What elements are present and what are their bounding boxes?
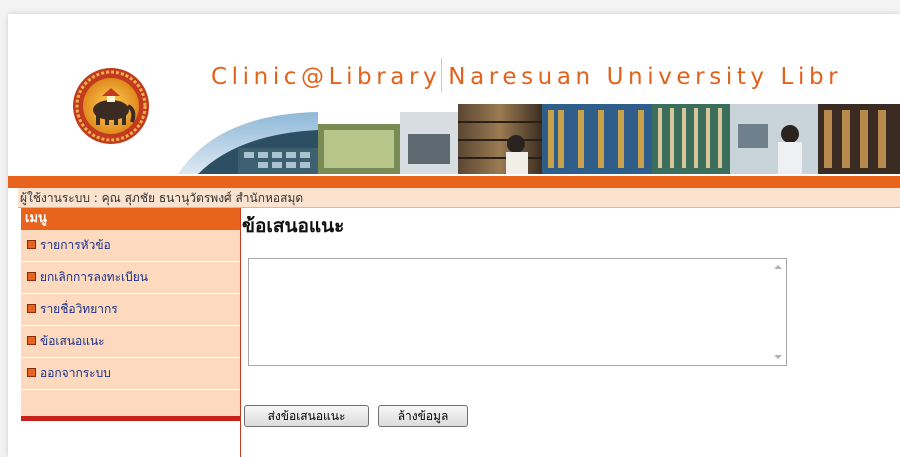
menu-filler xyxy=(21,390,240,416)
naresuan-university-seal-icon xyxy=(73,68,149,144)
sidebar-item-label: ออกจากระบบ xyxy=(40,366,111,380)
sidebar-item-logout[interactable]: ออกจากระบบ xyxy=(21,358,240,390)
sidebar-item-suggestions[interactable]: ข้อเสนอแนะ xyxy=(21,326,240,358)
menu-header: เมนู xyxy=(21,208,240,230)
page-title: ข้อเสนอแนะ xyxy=(242,215,345,237)
site-header: Clinic@Library Naresuan University Libr xyxy=(8,14,900,176)
university-logo xyxy=(58,66,164,146)
header-orange-bar xyxy=(8,176,900,188)
scroll-down-arrow-icon[interactable] xyxy=(774,355,782,359)
site-title: Clinic@Library Naresuan University Libr xyxy=(211,58,842,92)
menu-bullet-icon xyxy=(27,368,36,377)
scroll-up-arrow-icon[interactable] xyxy=(774,265,782,269)
sidebar-item-label: รายการหัวข้อ xyxy=(40,238,111,252)
library-banner-image xyxy=(178,104,900,174)
site-title-left: Clinic@Library xyxy=(211,64,442,90)
sidebar-item-speakers[interactable]: รายชื่อวิทยากร xyxy=(21,294,240,326)
clear-data-button[interactable]: ล้างข้อมูล xyxy=(378,405,468,427)
submit-suggestion-button[interactable]: ส่งข้อเสนอแนะ xyxy=(244,405,369,427)
sidebar-item-label: ข้อเสนอแนะ xyxy=(40,334,105,348)
sidebar-item-cancel-registration[interactable]: ยกเลิกการลงทะเบียน xyxy=(21,262,240,294)
user-info-bar: ผู้ใช้งานระบบ : คุณ สุภชัย ธนานุวัตรพงศ์… xyxy=(18,188,900,208)
sidebar-item-topics[interactable]: รายการหัวข้อ xyxy=(21,230,240,262)
sidebar-item-label: ยกเลิกการลงทะเบียน xyxy=(40,270,148,284)
menu-list: รายการหัวข้อ ยกเลิกการลงทะเบียน รายชื่อว… xyxy=(21,230,240,390)
textarea-scrollbar[interactable] xyxy=(769,259,786,365)
suggestion-textarea[interactable] xyxy=(249,259,769,365)
user-info-text: ผู้ใช้งานระบบ : คุณ สุภชัย ธนานุวัตรพงศ์… xyxy=(20,191,304,205)
main-content: ข้อเสนอแนะ ส่งข้อเสนอแนะ ล้างข้อมูล xyxy=(242,208,900,457)
page-container: Clinic@LibraryNaresuan University Libr xyxy=(8,14,900,457)
sidebar-item-label: รายชื่อวิทยากร xyxy=(40,302,118,316)
site-title-right: Naresuan University Libr xyxy=(448,64,843,90)
menu-bullet-icon xyxy=(27,272,36,281)
menu-bullet-icon xyxy=(27,240,36,249)
menu-bottom-bar xyxy=(21,416,240,421)
menu-bullet-icon xyxy=(27,304,36,313)
sidebar-menu: เมนู รายการหัวข้อ ยกเลิกการลงทะเบียน ราย… xyxy=(21,208,241,457)
title-divider xyxy=(441,58,443,92)
menu-bullet-icon xyxy=(27,336,36,345)
suggestion-textarea-wrapper xyxy=(248,258,787,366)
